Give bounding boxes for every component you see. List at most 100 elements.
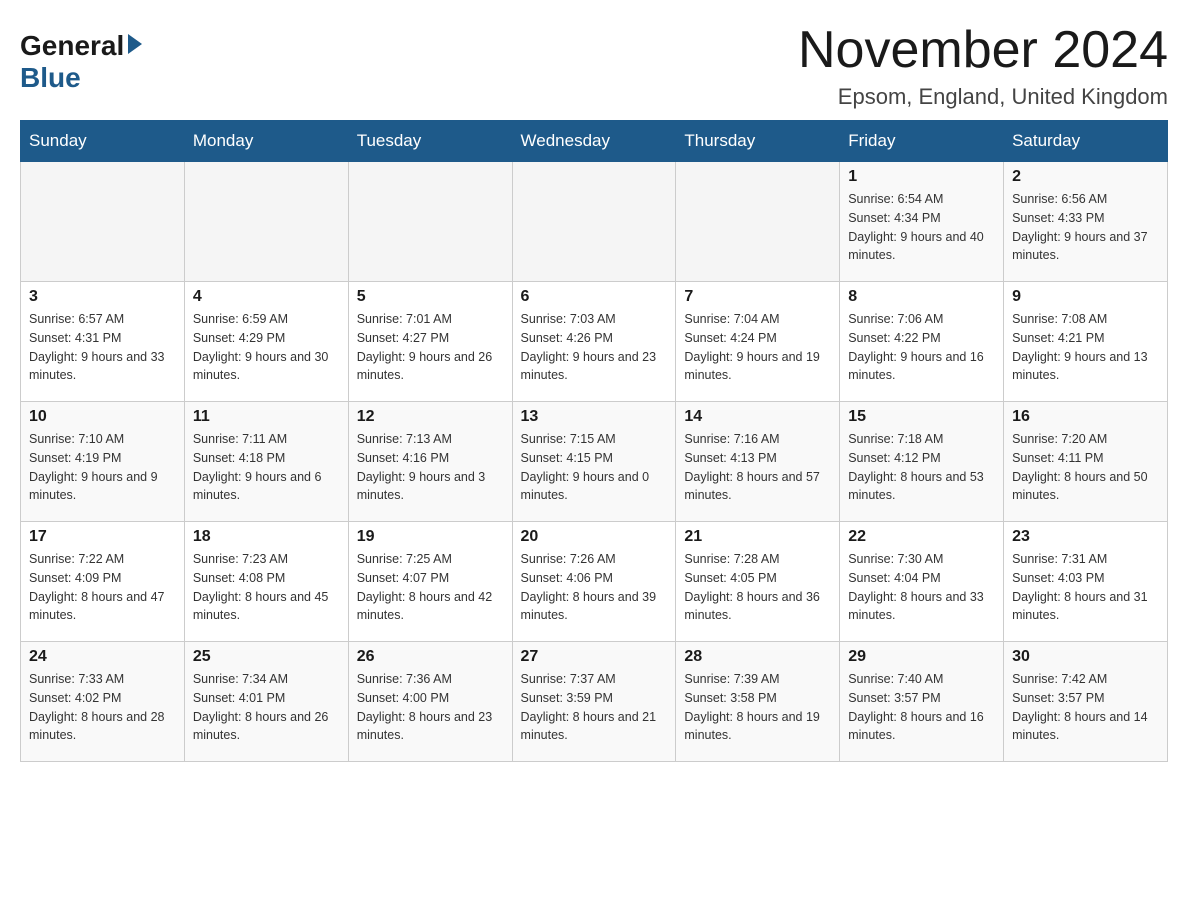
day-info: Sunrise: 6:56 AMSunset: 4:33 PMDaylight:… — [1012, 190, 1159, 265]
day-info: Sunrise: 6:57 AMSunset: 4:31 PMDaylight:… — [29, 310, 176, 385]
day-number: 14 — [684, 408, 831, 426]
day-info: Sunrise: 7:31 AMSunset: 4:03 PMDaylight:… — [1012, 550, 1159, 625]
day-number: 5 — [357, 288, 504, 306]
day-number: 27 — [521, 648, 668, 666]
day-number: 13 — [521, 408, 668, 426]
calendar-cell: 22 Sunrise: 7:30 AMSunset: 4:04 PMDayligh… — [840, 522, 1004, 642]
day-number: 20 — [521, 528, 668, 546]
day-info: Sunrise: 7:34 AMSunset: 4:01 PMDaylight:… — [193, 670, 340, 745]
day-info: Sunrise: 7:33 AMSunset: 4:02 PMDaylight:… — [29, 670, 176, 745]
day-number: 11 — [193, 408, 340, 426]
day-number: 22 — [848, 528, 995, 546]
day-number: 2 — [1012, 168, 1159, 186]
calendar-cell: 16 Sunrise: 7:20 AMSunset: 4:11 PMDayligh… — [1004, 402, 1168, 522]
month-title: November 2024 — [798, 20, 1168, 80]
day-info: Sunrise: 7:40 AMSunset: 3:57 PMDaylight:… — [848, 670, 995, 745]
day-number: 3 — [29, 288, 176, 306]
calendar-week-row-4: 17 Sunrise: 7:22 AMSunset: 4:09 PMDayligh… — [21, 522, 1168, 642]
calendar-cell: 3 Sunrise: 6:57 AMSunset: 4:31 PMDaylight… — [21, 282, 185, 402]
calendar-cell: 12Sunrise: 7:13 AMSunset: 4:16 PMDayligh… — [348, 402, 512, 522]
calendar-cell: 9Sunrise: 7:08 AMSunset: 4:21 PMDaylight… — [1004, 282, 1168, 402]
calendar-cell — [512, 162, 676, 282]
day-info: Sunrise: 7:23 AMSunset: 4:08 PMDaylight:… — [193, 550, 340, 625]
calendar-cell: 14 Sunrise: 7:16 AMSunset: 4:13 PMDayligh… — [676, 402, 840, 522]
day-number: 21 — [684, 528, 831, 546]
calendar-cell: 28 Sunrise: 7:39 AMSunset: 3:58 PMDayligh… — [676, 642, 840, 762]
calendar-cell: 17 Sunrise: 7:22 AMSunset: 4:09 PMDayligh… — [21, 522, 185, 642]
calendar-cell: 7Sunrise: 7:04 AMSunset: 4:24 PMDaylight… — [676, 282, 840, 402]
calendar-cell: 30 Sunrise: 7:42 AMSunset: 3:57 PMDayligh… — [1004, 642, 1168, 762]
calendar-cell: 10 Sunrise: 7:10 AMSunset: 4:19 PMDayligh… — [21, 402, 185, 522]
day-info: Sunrise: 7:08 AMSunset: 4:21 PMDaylight:… — [1012, 310, 1159, 385]
day-number: 4 — [193, 288, 340, 306]
calendar-cell: 27 Sunrise: 7:37 AMSunset: 3:59 PMDayligh… — [512, 642, 676, 762]
calendar-cell: 21Sunrise: 7:28 AMSunset: 4:05 PMDayligh… — [676, 522, 840, 642]
calendar-cell — [184, 162, 348, 282]
day-info: Sunrise: 7:36 AMSunset: 4:00 PMDaylight:… — [357, 670, 504, 745]
day-info: Sunrise: 7:01 AMSunset: 4:27 PMDaylight:… — [357, 310, 504, 385]
day-number: 24 — [29, 648, 176, 666]
calendar-cell — [348, 162, 512, 282]
day-info: Sunrise: 7:25 AMSunset: 4:07 PMDaylight:… — [357, 550, 504, 625]
day-number: 17 — [29, 528, 176, 546]
calendar-cell — [676, 162, 840, 282]
day-info: Sunrise: 7:06 AMSunset: 4:22 PMDaylight:… — [848, 310, 995, 385]
day-info: Sunrise: 7:39 AMSunset: 3:58 PMDaylight:… — [684, 670, 831, 745]
day-number: 16 — [1012, 408, 1159, 426]
logo-arrow-icon — [128, 34, 142, 54]
calendar-table: SundayMondayTuesdayWednesdayThursdayFrid… — [20, 120, 1168, 762]
logo-general-text: General — [20, 30, 124, 62]
calendar-cell: 5 Sunrise: 7:01 AMSunset: 4:27 PMDaylight… — [348, 282, 512, 402]
weekday-header-thursday: Thursday — [676, 121, 840, 162]
weekday-header-wednesday: Wednesday — [512, 121, 676, 162]
day-number: 28 — [684, 648, 831, 666]
day-number: 8 — [848, 288, 995, 306]
day-info: Sunrise: 7:18 AMSunset: 4:12 PMDaylight:… — [848, 430, 995, 505]
day-info: Sunrise: 7:30 AMSunset: 4:04 PMDaylight:… — [848, 550, 995, 625]
location: Epsom, England, United Kingdom — [798, 84, 1168, 110]
day-number: 19 — [357, 528, 504, 546]
calendar-cell: 25 Sunrise: 7:34 AMSunset: 4:01 PMDayligh… — [184, 642, 348, 762]
day-info: Sunrise: 7:20 AMSunset: 4:11 PMDaylight:… — [1012, 430, 1159, 505]
day-info: Sunrise: 7:03 AMSunset: 4:26 PMDaylight:… — [521, 310, 668, 385]
day-number: 29 — [848, 648, 995, 666]
day-number: 30 — [1012, 648, 1159, 666]
calendar-cell: 23Sunrise: 7:31 AMSunset: 4:03 PMDayligh… — [1004, 522, 1168, 642]
calendar-cell: 29 Sunrise: 7:40 AMSunset: 3:57 PMDayligh… — [840, 642, 1004, 762]
calendar-cell: 4 Sunrise: 6:59 AMSunset: 4:29 PMDaylight… — [184, 282, 348, 402]
logo: General Blue — [20, 30, 142, 94]
day-info: Sunrise: 7:37 AMSunset: 3:59 PMDaylight:… — [521, 670, 668, 745]
page-header: General Blue November 2024 Epsom, Englan… — [20, 20, 1168, 110]
day-number: 10 — [29, 408, 176, 426]
day-number: 26 — [357, 648, 504, 666]
day-info: Sunrise: 7:16 AMSunset: 4:13 PMDaylight:… — [684, 430, 831, 505]
calendar-cell: 6 Sunrise: 7:03 AMSunset: 4:26 PMDaylight… — [512, 282, 676, 402]
calendar-cell: 20 Sunrise: 7:26 AMSunset: 4:06 PMDayligh… — [512, 522, 676, 642]
day-info: Sunrise: 7:42 AMSunset: 3:57 PMDaylight:… — [1012, 670, 1159, 745]
calendar-cell: 26 Sunrise: 7:36 AMSunset: 4:00 PMDayligh… — [348, 642, 512, 762]
day-number: 25 — [193, 648, 340, 666]
calendar-cell: 24 Sunrise: 7:33 AMSunset: 4:02 PMDayligh… — [21, 642, 185, 762]
calendar-cell: 19 Sunrise: 7:25 AMSunset: 4:07 PMDayligh… — [348, 522, 512, 642]
calendar-cell: 8 Sunrise: 7:06 AMSunset: 4:22 PMDaylight… — [840, 282, 1004, 402]
day-number: 6 — [521, 288, 668, 306]
logo-blue-text: Blue — [20, 62, 81, 94]
title-area: November 2024 Epsom, England, United Kin… — [798, 20, 1168, 110]
weekday-header-tuesday: Tuesday — [348, 121, 512, 162]
weekday-header-row: SundayMondayTuesdayWednesdayThursdayFrid… — [21, 121, 1168, 162]
weekday-header-friday: Friday — [840, 121, 1004, 162]
day-info: Sunrise: 7:22 AMSunset: 4:09 PMDaylight:… — [29, 550, 176, 625]
day-number: 1 — [848, 168, 995, 186]
calendar-week-row-3: 10 Sunrise: 7:10 AMSunset: 4:19 PMDayligh… — [21, 402, 1168, 522]
day-number: 12 — [357, 408, 504, 426]
weekday-header-sunday: Sunday — [21, 121, 185, 162]
weekday-header-saturday: Saturday — [1004, 121, 1168, 162]
logo-text: General — [20, 30, 142, 62]
calendar-week-row-2: 3 Sunrise: 6:57 AMSunset: 4:31 PMDaylight… — [21, 282, 1168, 402]
calendar-week-row-1: 1Sunrise: 6:54 AMSunset: 4:34 PMDaylight… — [21, 162, 1168, 282]
calendar-cell: 11Sunrise: 7:11 AMSunset: 4:18 PMDayligh… — [184, 402, 348, 522]
day-info: Sunrise: 6:59 AMSunset: 4:29 PMDaylight:… — [193, 310, 340, 385]
day-info: Sunrise: 7:10 AMSunset: 4:19 PMDaylight:… — [29, 430, 176, 505]
day-info: Sunrise: 7:26 AMSunset: 4:06 PMDaylight:… — [521, 550, 668, 625]
day-number: 15 — [848, 408, 995, 426]
